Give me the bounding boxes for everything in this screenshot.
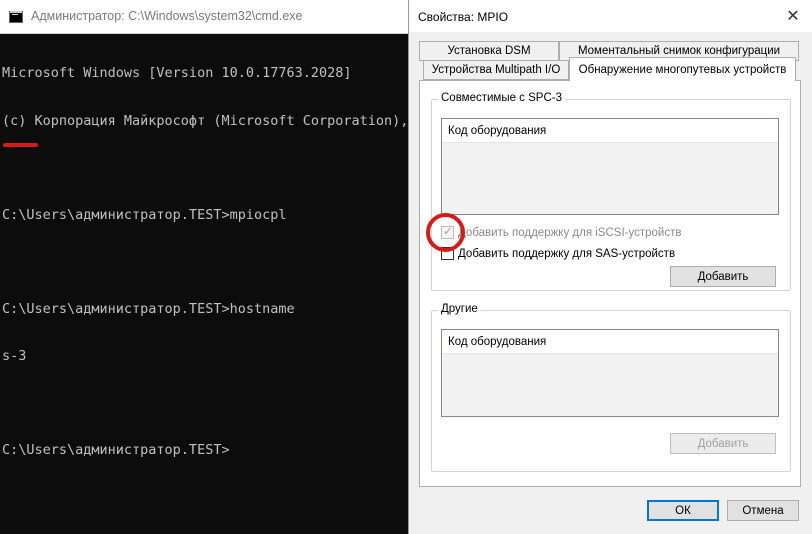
spc3-hardware-list[interactable]: Код оборудования bbox=[441, 118, 779, 215]
other-add-button[interactable]: Добавить bbox=[670, 433, 776, 454]
ok-button[interactable]: ОК bbox=[647, 500, 719, 521]
sas-support-checkbox[interactable]: Добавить поддержку для SAS-устройств bbox=[441, 247, 675, 260]
spc3-list-header: Код оборудования bbox=[442, 119, 778, 143]
cancel-button[interactable]: Отмена bbox=[727, 500, 799, 521]
sas-support-label: Добавить поддержку для SAS-устройств bbox=[458, 247, 676, 260]
annotation-underline bbox=[3, 143, 38, 147]
console-line: (c) Корпорация Майкрософт (Microsoft Cor… bbox=[2, 112, 417, 129]
console-line: C:\Users\администратор.TEST> bbox=[2, 442, 230, 459]
other-group-label: Другие bbox=[438, 303, 481, 315]
tab-dsm-install[interactable]: Установка DSM bbox=[419, 41, 559, 61]
other-list-header: Код оборудования bbox=[442, 330, 778, 354]
console-line: C:\Users\администратор.TEST>hostname bbox=[2, 300, 295, 317]
dialog-titlebar[interactable]: Свойства: MPIO ✕ bbox=[409, 0, 812, 32]
cmd-window-title: Администратор: C:\Windows\system32\cmd.e… bbox=[31, 9, 303, 23]
console-output[interactable]: Microsoft Windows [Version 10.0.17763.20… bbox=[2, 35, 408, 490]
mpio-dialog[interactable]: Свойства: MPIO ✕ Установка DSM Моменталь… bbox=[408, 0, 812, 534]
tab-panel: Совместимые с SPC-3 Код оборудования Доб… bbox=[419, 80, 801, 487]
spc3-add-button[interactable]: Добавить bbox=[670, 266, 776, 287]
close-icon[interactable]: ✕ bbox=[774, 0, 812, 32]
terminal-icon bbox=[9, 11, 23, 23]
spc3-group: Совместимые с SPC-3 Код оборудования Доб… bbox=[431, 92, 791, 291]
annotation-circle bbox=[426, 213, 465, 252]
tab-multipath-devices[interactable]: Устройства Multipath I/O bbox=[423, 60, 569, 80]
other-hardware-list[interactable]: Код оборудования bbox=[441, 329, 779, 417]
other-group: Другие Код оборудования Добавить bbox=[431, 303, 791, 472]
dialog-title: Свойства: MPIO bbox=[418, 10, 509, 24]
iscsi-support-label: Добавить поддержку для iSCSI-устройств bbox=[458, 226, 682, 239]
console-line: Microsoft Windows [Version 10.0.17763.20… bbox=[2, 65, 352, 82]
cmd-bottom-area bbox=[0, 512, 412, 534]
console-line: C:\Users\администратор.TEST>mpiocpl bbox=[2, 206, 287, 223]
iscsi-support-checkbox[interactable]: Добавить поддержку для iSCSI-устройств bbox=[441, 224, 682, 239]
console-line: s-3 bbox=[2, 348, 27, 365]
tab-discover-multipaths[interactable]: Обнаружение многопутевых устройств bbox=[569, 57, 796, 81]
spc3-group-label: Совместимые с SPC-3 bbox=[438, 92, 566, 104]
